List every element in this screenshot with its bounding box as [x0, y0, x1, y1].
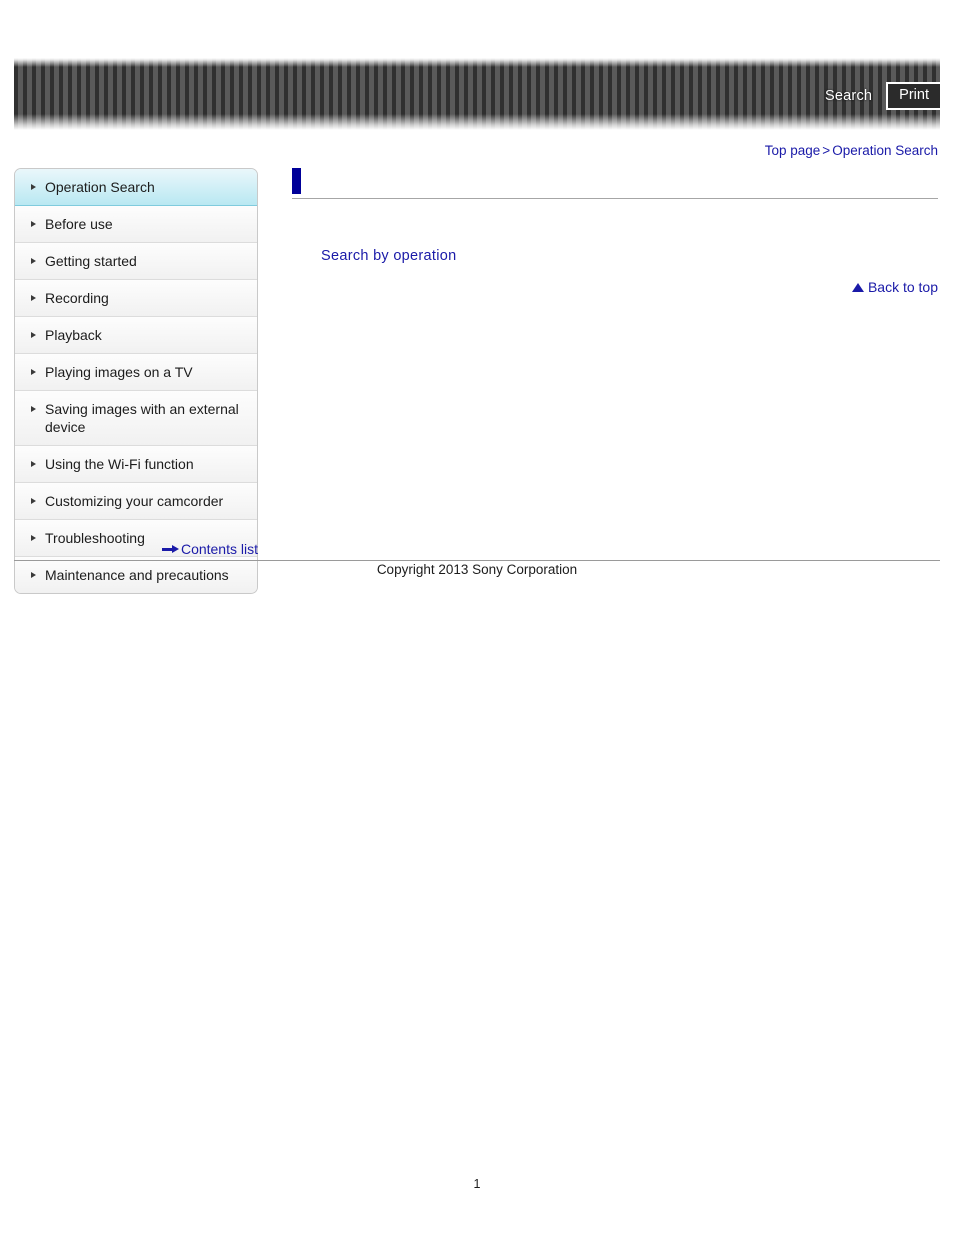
heading-marker-icon — [292, 168, 301, 194]
page-number: 1 — [473, 1177, 481, 1191]
triangle-up-icon — [851, 282, 864, 292]
print-button[interactable]: Print — [886, 82, 942, 110]
breadcrumb-separator: > — [822, 143, 831, 158]
chevron-right-icon — [31, 406, 36, 412]
sidebar-item-using-the-wi-fi-function[interactable]: Using the Wi-Fi function — [15, 446, 257, 483]
breadcrumb: Top page > Operation Search — [765, 143, 938, 158]
main-content: Search by operation Back to top — [292, 168, 938, 295]
back-to-top-link[interactable]: Back to top — [868, 279, 938, 295]
sidebar-item-saving-images-with-an-external-device[interactable]: Saving images with an external device — [15, 391, 257, 446]
breadcrumb-top-page[interactable]: Top page — [765, 143, 821, 158]
copyright-text: Copyright 2013 Sony Corporation — [376, 562, 578, 577]
header-toolbar: Search Print — [825, 80, 942, 112]
sidebar-item-label: Customizing your camcorder — [45, 493, 224, 509]
chevron-right-icon — [31, 369, 36, 375]
search-link[interactable]: Search — [825, 89, 872, 104]
sidebar-item-playback[interactable]: Playback — [15, 317, 257, 354]
sidebar-item-playing-images-on-a-tv[interactable]: Playing images on a TV — [15, 354, 257, 391]
sidebar-item-operation-search[interactable]: Operation Search — [15, 169, 257, 206]
contents-list-link[interactable]: Contents list — [181, 541, 258, 557]
chevron-right-icon — [31, 184, 36, 190]
sidebar-item-label: Playback — [45, 327, 102, 343]
sidebar-item-customizing-your-camcorder[interactable]: Customizing your camcorder — [15, 483, 257, 520]
sidebar-item-before-use[interactable]: Before use — [15, 206, 257, 243]
footer-divider — [14, 560, 940, 561]
sidebar-item-label: Recording — [45, 290, 109, 306]
chevron-right-icon — [31, 498, 36, 504]
sidebar-nav: Operation Search Before use Getting starte… — [14, 168, 258, 594]
page-root: Search Print Top page > Operation Search O… — [0, 0, 954, 1235]
search-by-operation-link[interactable]: Search by operation — [321, 248, 456, 264]
chevron-right-icon — [31, 332, 36, 338]
back-to-top-row: Back to top — [292, 279, 938, 295]
operation-link-row: Search by operation — [292, 247, 938, 265]
contents-list-row: Contents list — [14, 541, 258, 557]
sidebar-item-label: Using the Wi-Fi function — [45, 456, 194, 472]
sidebar-item-label: Before use — [45, 216, 113, 232]
chevron-right-icon — [31, 295, 36, 301]
header-banner — [14, 58, 940, 130]
page-title — [292, 168, 938, 199]
sidebar-item-recording[interactable]: Recording — [15, 280, 257, 317]
sidebar-item-getting-started[interactable]: Getting started — [15, 243, 257, 280]
chevron-right-icon — [31, 221, 36, 227]
sidebar-item-label: Playing images on a TV — [45, 364, 193, 380]
chevron-right-icon — [31, 461, 36, 467]
sidebar-item-label: Saving images with an external device — [45, 401, 239, 435]
breadcrumb-current[interactable]: Operation Search — [832, 143, 938, 158]
chevron-right-icon — [31, 258, 36, 264]
sidebar-item-label: Getting started — [45, 253, 137, 269]
arrow-right-icon — [161, 544, 179, 554]
sidebar-item-label: Operation Search — [45, 179, 155, 195]
